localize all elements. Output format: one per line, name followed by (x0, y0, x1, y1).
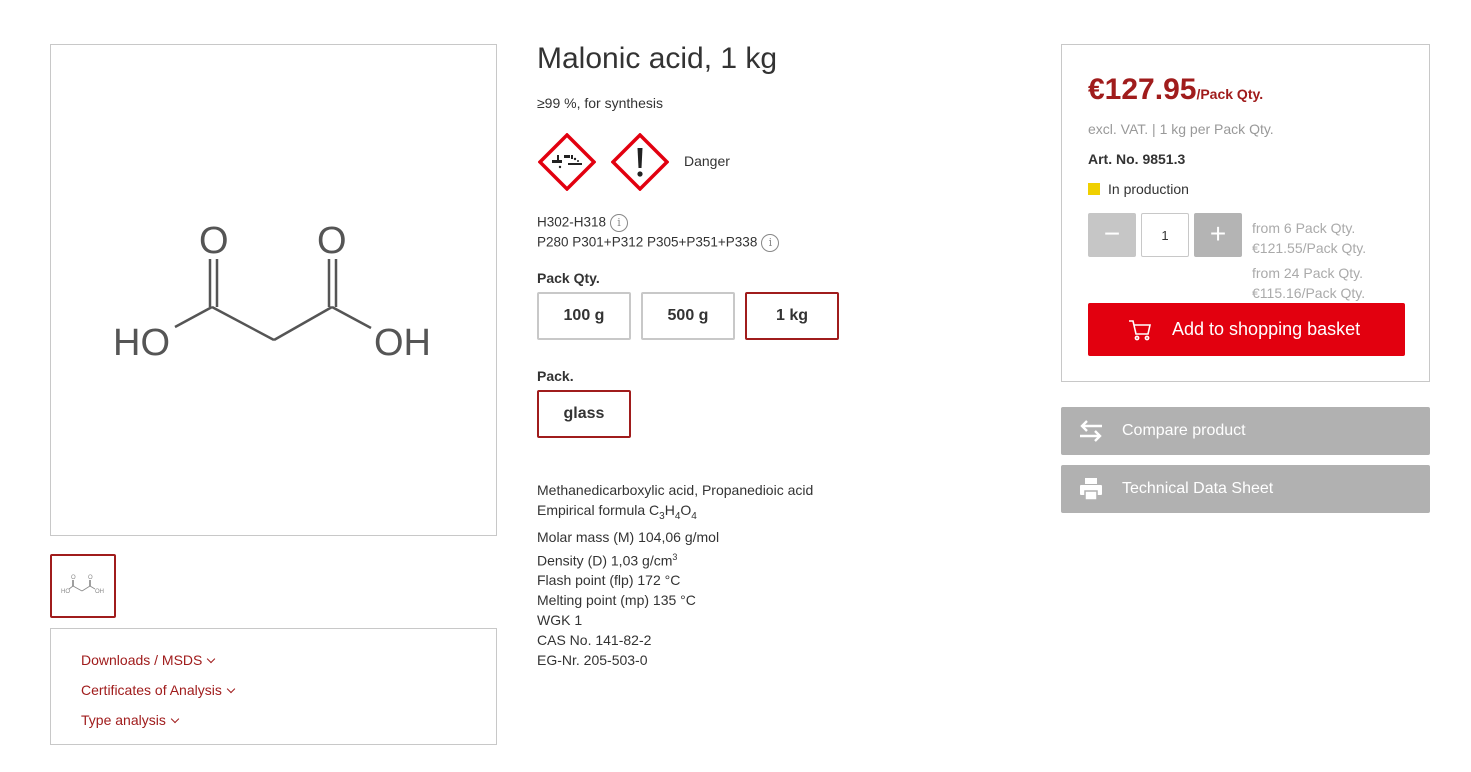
precautionary-statements-text: P280 P301+P312 P305+P351+P338 (537, 234, 758, 250)
tier-price: from 6 Pack Qty. €121.55/Pack Qty. (1252, 218, 1366, 258)
product-subtitle: ≥99 %, for synthesis (537, 95, 663, 111)
info-icon[interactable]: i (610, 214, 629, 232)
quantity-increase-button[interactable]: + (1194, 213, 1242, 257)
downloads-msds-label: Downloads / MSDS (81, 652, 203, 668)
tier-from: from 6 Pack Qty. (1252, 220, 1356, 236)
tier-price: from 24 Pack Qty. €115.16/Pack Qty. (1252, 263, 1365, 303)
chevron-down-icon (170, 714, 180, 724)
product-image[interactable]: O O HO OH (50, 44, 497, 536)
compare-product-label: Compare product (1122, 422, 1246, 439)
technical-data-sheet-label: Technical Data Sheet (1122, 480, 1274, 497)
pack-qty-100g-button[interactable]: 100 g (537, 292, 631, 340)
svg-text:O: O (88, 575, 93, 581)
pack-qty-500g-button[interactable]: 500 g (641, 292, 735, 340)
availability-status: In production (1088, 181, 1189, 197)
downloads-panel: Downloads / MSDS Certificates of Analysi… (50, 628, 497, 745)
info-icon[interactable]: i (761, 234, 780, 252)
image-thumbnail[interactable]: O O HO OH (50, 554, 116, 618)
add-to-basket-button[interactable]: Add to shopping basket (1088, 303, 1405, 356)
tier-price-value: €115.16/Pack Qty. (1252, 285, 1366, 301)
pack-label: Pack. (537, 368, 574, 384)
price-unit: /Pack Qty. (1196, 86, 1264, 102)
ghs07-exclamation-icon (611, 133, 669, 191)
printer-icon (1080, 478, 1102, 501)
flash-point: Flash point (flp) 172 °C (537, 572, 681, 589)
svg-text:OH: OH (95, 589, 104, 595)
eg-number: EG-Nr. 205-503-0 (537, 652, 648, 669)
precautionary-statements: P280 P301+P312 P305+P351+P338 i (537, 234, 780, 252)
oxygen-label-right: O (317, 220, 347, 262)
svg-text:HO: HO (61, 589, 70, 595)
structure-formula-image: O O HO OH (113, 220, 431, 364)
structure-thumbnail-icon: O O HO OH (61, 575, 104, 595)
compare-arrows-icon (1080, 420, 1102, 442)
type-analysis-link[interactable]: Type analysis (81, 709, 496, 739)
status-indicator-icon (1088, 183, 1100, 195)
vat-note: excl. VAT. | 1 kg per Pack Qty. (1088, 121, 1274, 137)
price-amount: €127.95 (1088, 73, 1197, 106)
hazard-statements: H302-H318 i (537, 214, 629, 232)
signal-word: Danger (684, 153, 730, 169)
page-title: Malonic acid, 1 kg (537, 42, 778, 75)
buy-box: €127.95/Pack Qty. excl. VAT. | 1 kg per … (1061, 44, 1430, 382)
price: €127.95/Pack Qty. (1088, 73, 1263, 107)
tier-from: from 24 Pack Qty. (1252, 265, 1363, 281)
svg-text:O: O (71, 575, 76, 581)
pack-qty-1kg-button[interactable]: 1 kg (745, 292, 839, 340)
status-label: In production (1108, 181, 1189, 197)
shopping-cart-icon (1129, 320, 1151, 341)
downloads-msds-link[interactable]: Downloads / MSDS (81, 649, 496, 679)
hydroxyl-label-left: HO (113, 322, 170, 364)
hazard-statements-text: H302-H318 (537, 214, 607, 230)
article-number: Art. No. 9851.3 (1088, 151, 1186, 167)
oxygen-label-left: O (199, 220, 229, 262)
chevron-down-icon (226, 684, 236, 694)
ghs05-corrosive-icon (538, 133, 596, 191)
chevron-down-icon (207, 654, 216, 664)
synonyms: Methanedicarboxylic acid, Propanedioic a… (537, 482, 814, 498)
technical-data-sheet-button[interactable]: Technical Data Sheet (1061, 465, 1430, 513)
pack-glass-button[interactable]: glass (537, 390, 631, 438)
add-to-basket-label: Add to shopping basket (1172, 319, 1361, 339)
density: Density (D) 1,03 g/cm3 (537, 551, 678, 569)
quantity-input[interactable] (1141, 213, 1189, 257)
wgk: WGK 1 (537, 612, 583, 629)
melting-point: Melting point (mp) 135 °C (537, 592, 696, 609)
certificates-link[interactable]: Certificates of Analysis (81, 679, 496, 709)
cas-number: CAS No. 141-82-2 (537, 632, 652, 649)
empirical-formula: Empirical formula C3H4O4 (537, 502, 697, 522)
tier-price-value: €121.55/Pack Qty. (1252, 240, 1367, 256)
compare-product-button[interactable]: Compare product (1061, 407, 1430, 455)
hydroxyl-label-right: OH (374, 322, 431, 364)
pack-qty-label: Pack Qty. (537, 270, 600, 286)
molar-mass: Molar mass (M) 104,06 g/mol (537, 528, 720, 545)
type-analysis-label: Type analysis (81, 712, 166, 728)
quantity-decrease-button[interactable]: − (1088, 213, 1136, 257)
certificates-label: Certificates of Analysis (81, 682, 222, 698)
product-properties: Methanedicarboxylic acid, Propanedioic a… (537, 480, 813, 670)
